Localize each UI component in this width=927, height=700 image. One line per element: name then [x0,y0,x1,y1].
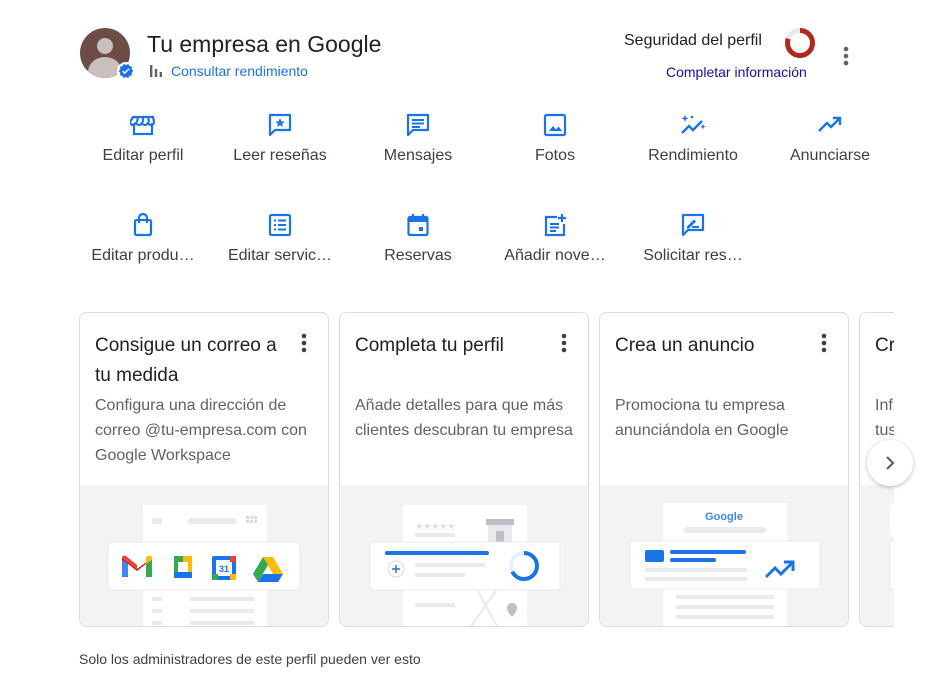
action-label: Solicitar res… [643,247,743,264]
post-add-icon [541,211,569,239]
profile-illustration: ★★★★★ [340,485,588,626]
list-icon [266,211,294,239]
business-title: Tu empresa en Google [147,31,382,57]
shopping-bag-icon [129,211,157,239]
ad-illustration: Google [600,485,848,626]
rate-review-icon [679,211,707,239]
action-bookings[interactable]: Reservas [352,211,484,281]
action-edit-products[interactable]: Editar produ… [77,211,209,281]
action-label: Mensajes [383,147,453,164]
admin-visibility-note: Solo los administradores de este perfil … [79,651,421,667]
action-messages[interactable]: Mensajes [352,111,484,181]
action-request-reviews[interactable]: Solicitar res… [627,211,759,281]
partial-illustration [860,485,894,626]
action-label: Añadir nove… [504,247,606,264]
action-label: Leer reseñas [233,147,327,164]
chevron-right-icon [886,456,895,470]
card-description: Configura una dirección de correo @tu-em… [95,397,307,464]
card-description: Inf tus [875,397,894,439]
calendar-day-text: 31 [219,564,229,574]
verified-badge-icon [117,62,135,80]
action-add-update[interactable]: Añadir nove… [489,211,621,281]
action-label: Reservas [384,247,452,264]
action-label: Anunciarse [789,147,871,164]
google-wordmark-text: Google [705,511,743,523]
complete-info-link[interactable]: Completar información [666,64,807,80]
card-more-options-icon[interactable] [814,331,834,357]
avatar-head-shape [97,38,113,54]
photo-icon [541,111,569,139]
card-complete-profile[interactable]: Completa tu perfil Añade detalles para q… [339,312,589,627]
card-title: Completa tu perfil [355,335,504,356]
calendar-app-icon: 31 [212,556,236,580]
card-custom-email[interactable]: Consigue un correo a tu medida Configura… [79,312,329,627]
bar-chart-icon [150,65,162,77]
calendar-icon [404,211,432,239]
action-edit-services[interactable]: Editar servic… [214,211,346,281]
action-label: Rendimiento [648,147,738,164]
card-title: Crea un anuncio [615,335,755,356]
card-title: Consigue un correo a tu medida [95,335,277,386]
workspace-illustration: 31 [80,485,328,626]
action-performance[interactable]: Rendimiento [627,111,759,181]
view-performance-link[interactable]: Consultar rendimiento [149,63,308,79]
trending-up-icon [816,111,844,139]
security-progress-ring[interactable] [784,27,816,59]
card-more-options-icon[interactable] [554,331,574,357]
carousel-next-button[interactable] [867,440,913,486]
action-label: Editar perfil [102,147,184,164]
suggestions-carousel: Consigue un correo a tu medida Configura… [79,312,894,628]
action-photos[interactable]: Fotos [489,111,621,181]
action-label: Fotos [534,147,575,164]
action-label: Editar produ… [91,247,195,264]
action-read-reviews[interactable]: Leer reseñas [214,111,346,181]
action-edit-profile[interactable]: Editar perfil [77,111,209,181]
message-icon [404,111,432,139]
card-more-options-icon[interactable] [294,331,314,357]
more-options-icon[interactable] [836,42,856,70]
card-create-ad[interactable]: Crea un anuncio Promociona tu empresa an… [599,312,849,627]
review-star-icon [266,111,294,139]
storefront-icon [129,111,157,139]
view-performance-label: Consultar rendimiento [171,63,308,79]
action-advertise[interactable]: Anunciarse [764,111,896,181]
card-description: Añade detalles para que más clientes des… [355,397,573,439]
profile-security-label: Seguridad del perfil [624,32,762,49]
sparkle-trend-icon [679,111,707,139]
card-description: Promociona tu empresa anunciándola en Go… [615,397,789,439]
docs-icon [174,556,192,578]
action-label: Editar servic… [227,247,333,264]
rating-stars-text: ★★★★★ [415,522,455,532]
card-title: Cr [875,335,894,356]
